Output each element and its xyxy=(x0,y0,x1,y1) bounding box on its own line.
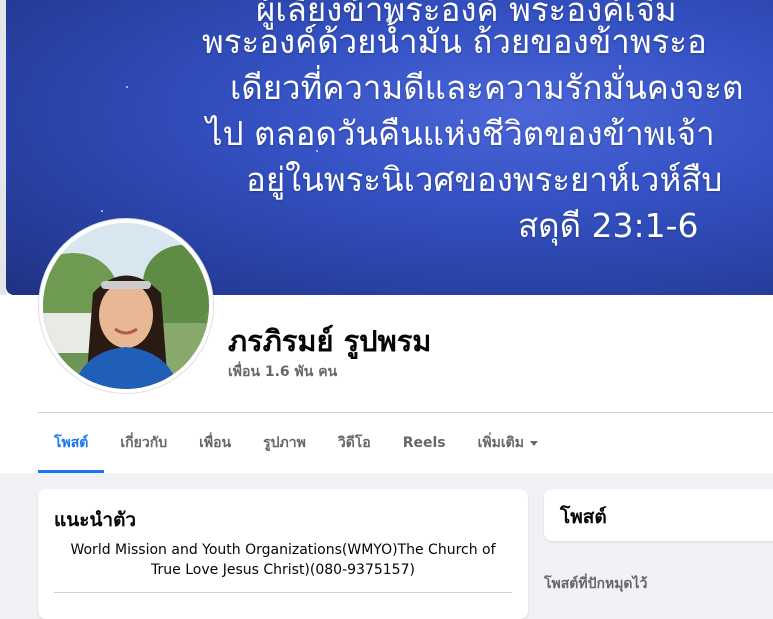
intro-card: แนะนำตัว World Mission and Youth Organiz… xyxy=(38,489,528,619)
tab-videos[interactable]: วิดีโอ xyxy=(322,413,387,473)
tab-label: เกี่ยวกับ xyxy=(120,435,168,451)
pinned-posts-label: โพสต์ที่ปักหมุดไว้ xyxy=(544,576,648,592)
tab-friends[interactable]: เพื่อน xyxy=(183,413,247,473)
tab-label: รูปภาพ xyxy=(263,435,306,451)
friends-count[interactable]: เพื่อน 1.6 พัน คน xyxy=(228,361,337,383)
cover-text-line: ไป ตลอดวันคืนแห่งชีวิตของข้าพเจ้า xyxy=(206,114,715,153)
tab-label: โพสต์ xyxy=(54,435,89,451)
cover-text-line: อยู่ในพระนิเวศของพระยาห์เวห์สืบ xyxy=(246,160,723,199)
cover-text-line: เดียวที่ความดีและความรักมั่นคงจะต xyxy=(230,68,744,107)
posts-title: โพสต์ xyxy=(560,506,607,528)
avatar-image xyxy=(43,223,209,389)
intro-title: แนะนำตัว xyxy=(54,509,137,531)
tab-posts[interactable]: โพสต์ xyxy=(38,413,105,473)
tab-photos[interactable]: รูปภาพ xyxy=(247,413,322,473)
profile-name: ภรภิรมย์ รูปพรม xyxy=(228,324,432,358)
avatar-illustration xyxy=(43,223,209,389)
caret-down-icon xyxy=(529,440,538,446)
tab-label: เพื่อน xyxy=(199,435,232,451)
tab-about[interactable]: เกี่ยวกับ xyxy=(104,413,183,473)
tab-label: Reels xyxy=(402,435,446,451)
posts-card: โพสต์ xyxy=(544,489,773,541)
profile-tabs: โพสต์ เกี่ยวกับ เพื่อน รูปภาพ วิดีโอ Ree… xyxy=(38,413,554,473)
tab-reels[interactable]: Reels xyxy=(387,413,462,473)
profile-avatar[interactable] xyxy=(39,219,213,393)
cover-text-line: พระองค์ด้วยน้ำมัน ถ้วยของข้าพระอ xyxy=(202,22,707,61)
intro-bio: World Mission and Youth Organizations(WM… xyxy=(70,542,496,578)
tab-label: วิดีโอ xyxy=(337,435,371,451)
intro-divider xyxy=(54,592,512,593)
tab-label: เพิ่มเติม xyxy=(477,435,524,451)
tab-more[interactable]: เพิ่มเติม xyxy=(462,413,554,473)
